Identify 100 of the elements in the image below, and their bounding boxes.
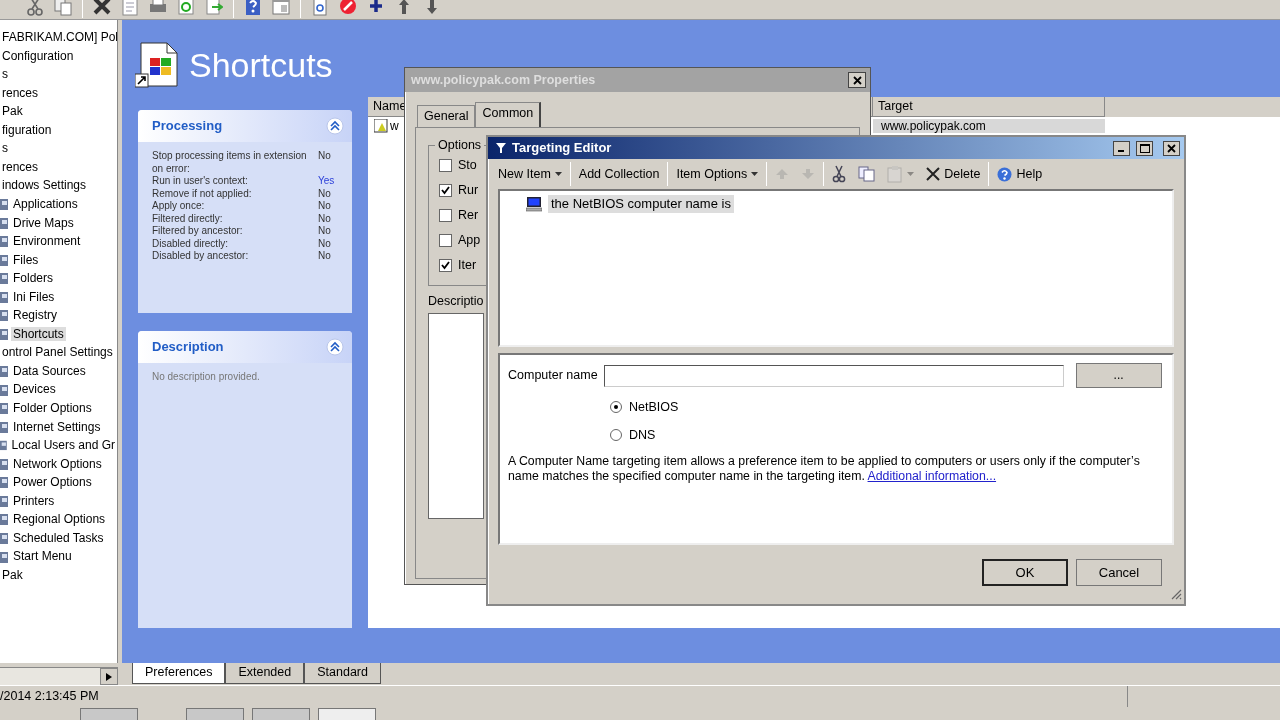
- checkbox[interactable]: [439, 209, 452, 222]
- caret-icon: [751, 172, 759, 176]
- delete-button[interactable]: Delete: [922, 164, 985, 184]
- tree-item[interactable]: Shortcuts: [11, 326, 66, 342]
- column-header[interactable]: Target: [873, 97, 1105, 117]
- tree-item[interactable]: s: [0, 67, 10, 82]
- node-icon: [0, 327, 9, 341]
- tree-item[interactable]: Registry: [11, 308, 59, 323]
- refresh-icon[interactable]: [177, 0, 195, 16]
- tree-item[interactable]: Regional Options: [11, 512, 108, 527]
- node-icon: [0, 197, 9, 212]
- targeting-item[interactable]: the NetBIOS computer name is: [548, 195, 734, 213]
- dialog-button[interactable]: OK: [982, 559, 1068, 586]
- export-icon[interactable]: [205, 0, 223, 16]
- taskbar-button[interactable]: [80, 708, 138, 720]
- checkbox[interactable]: [439, 159, 452, 172]
- tree-item[interactable]: Start Menu: [11, 549, 74, 564]
- tree-item[interactable]: Configuration: [0, 48, 76, 63]
- tree-item[interactable]: Power Options: [11, 475, 94, 490]
- computer-name-field[interactable]: [603, 364, 1064, 387]
- node-icon: [0, 419, 9, 434]
- dialog-tab[interactable]: Common: [475, 102, 542, 127]
- close-button[interactable]: [1163, 140, 1180, 156]
- tree-item[interactable]: Pak: [0, 567, 25, 583]
- scissors-icon[interactable]: [26, 0, 44, 16]
- tree-item[interactable]: Applications: [11, 197, 80, 212]
- tree-item[interactable]: FABRIKAM.COM] Pol: [0, 30, 117, 45]
- property-label: Apply once:: [152, 200, 205, 213]
- maximize-button[interactable]: [1136, 140, 1153, 156]
- description-field[interactable]: [428, 313, 484, 519]
- collapse-icon[interactable]: [326, 117, 344, 135]
- dialog-button[interactable]: Cancel: [1076, 559, 1162, 586]
- scroll-right-button[interactable]: [100, 668, 118, 685]
- dialog-tab[interactable]: General: [417, 105, 476, 127]
- tree-item[interactable]: Pak: [0, 104, 25, 119]
- check-icon: [441, 186, 450, 195]
- tree-item[interactable]: Files: [11, 252, 41, 268]
- property-label: Disabled directly:: [152, 237, 229, 250]
- tree-item[interactable]: Scheduled Tasks: [11, 530, 106, 546]
- tree-item[interactable]: Internet Settings: [11, 419, 103, 434]
- node-icon: [0, 493, 9, 508]
- tree-item[interactable]: Devices: [11, 382, 58, 397]
- view-tab[interactable]: Standard: [304, 663, 381, 684]
- page-icon[interactable]: [311, 0, 329, 16]
- checkbox[interactable]: [439, 259, 452, 272]
- checkbox-label: Sto: [458, 158, 477, 173]
- property-value: No: [318, 237, 332, 250]
- node-icon: [0, 475, 9, 490]
- property-value: No: [318, 225, 332, 238]
- checkbox-label: App: [458, 233, 481, 248]
- tree-item[interactable]: s: [0, 141, 10, 156]
- view-tab[interactable]: Preferences: [132, 663, 226, 684]
- stop-icon[interactable]: [339, 0, 357, 16]
- checkbox[interactable]: [439, 184, 452, 197]
- status-text: /2014 2:13:45 PM: [0, 689, 99, 704]
- help-button[interactable]: Help: [993, 164, 1047, 184]
- tree-item[interactable]: rences: [0, 85, 41, 101]
- window-icon[interactable]: [272, 0, 290, 16]
- tree-item[interactable]: Data Sources: [11, 363, 88, 379]
- collapse-icon[interactable]: [326, 338, 344, 356]
- property-label: Remove if not applied:: [152, 187, 252, 200]
- tree-item[interactable]: Environment: [11, 234, 83, 249]
- horizontal-scrollbar[interactable]: [0, 667, 118, 685]
- checkbox[interactable]: [439, 234, 452, 247]
- tree-item[interactable]: ontrol Panel Settings: [0, 345, 115, 360]
- tree-item[interactable]: rences: [0, 159, 41, 175]
- caret-icon: [907, 172, 915, 176]
- copy-icon[interactable]: [54, 0, 72, 16]
- menu-button[interactable]: Item Options: [672, 164, 763, 184]
- node-icon: [0, 308, 9, 323]
- tree-item[interactable]: Ini Files: [11, 289, 57, 305]
- property-value: Yes: [318, 175, 336, 188]
- clipboard-icon: [887, 165, 904, 183]
- shortcut-icon: [374, 119, 388, 133]
- radio-button[interactable]: [610, 401, 622, 413]
- additional-information-link[interactable]: Additional information...: [867, 469, 997, 484]
- property-value: No: [318, 250, 332, 263]
- tree-item[interactable]: Folder Options: [11, 401, 94, 416]
- toolbar-button[interactable]: Add Collection: [574, 164, 664, 184]
- menu-button[interactable]: New Item: [494, 164, 566, 184]
- node-icon: [0, 364, 9, 379]
- browse-button[interactable]: ...: [1075, 363, 1162, 388]
- close-button[interactable]: [848, 72, 866, 88]
- minimize-button[interactable]: [1113, 140, 1130, 156]
- taskbar-button[interactable]: [186, 708, 244, 720]
- delete-icon[interactable]: [93, 0, 111, 16]
- taskbar-button[interactable]: [252, 708, 310, 720]
- property-value: No: [318, 212, 332, 225]
- taskbar-button[interactable]: [318, 708, 376, 720]
- radio-button[interactable]: [610, 429, 622, 441]
- tree-item[interactable]: figuration: [0, 122, 54, 138]
- tree-item[interactable]: Folders: [11, 271, 55, 286]
- help-icon[interactable]: [244, 0, 262, 16]
- tree-item[interactable]: Local Users and Gr: [9, 438, 117, 453]
- tree-item[interactable]: Drive Maps: [11, 215, 76, 230]
- tree-item[interactable]: Printers: [11, 493, 57, 509]
- resize-grip-icon[interactable]: [1170, 588, 1182, 600]
- tree-item[interactable]: Network Options: [11, 456, 104, 472]
- tree-item[interactable]: indows Settings: [0, 178, 89, 193]
- view-tab[interactable]: Extended: [225, 663, 305, 684]
